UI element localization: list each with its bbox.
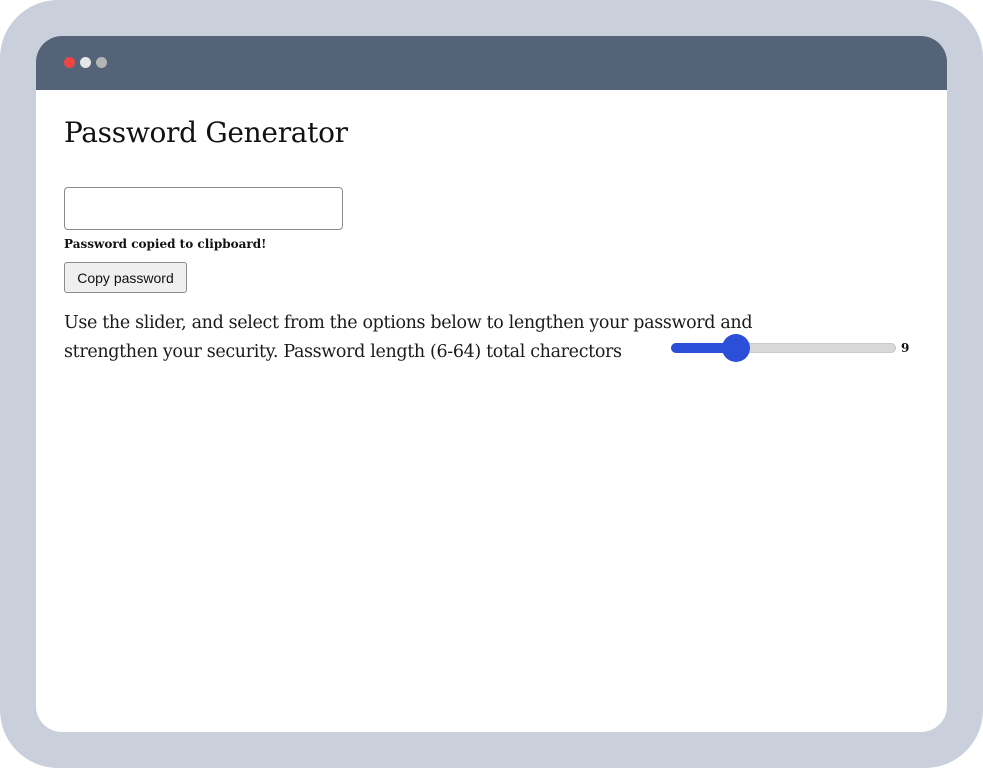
copy-status-message: Password copied to clipboard! [64,237,267,251]
copy-password-button[interactable]: Copy password [64,262,187,293]
page-content: Password Generator Password copied to cl… [36,90,947,732]
slider-thumb[interactable] [722,334,750,362]
browser-window: Password Generator Password copied to cl… [36,36,947,732]
password-length-value: 9 [901,341,910,355]
window-titlebar [36,36,947,90]
page-title: Password Generator [64,116,348,149]
zoom-window-icon[interactable] [96,57,107,68]
device-frame: Password Generator Password copied to cl… [0,0,983,768]
password-length-slider[interactable] [671,334,896,362]
close-window-icon[interactable] [64,57,75,68]
minimize-window-icon[interactable] [80,57,91,68]
password-output-field[interactable] [64,187,343,230]
